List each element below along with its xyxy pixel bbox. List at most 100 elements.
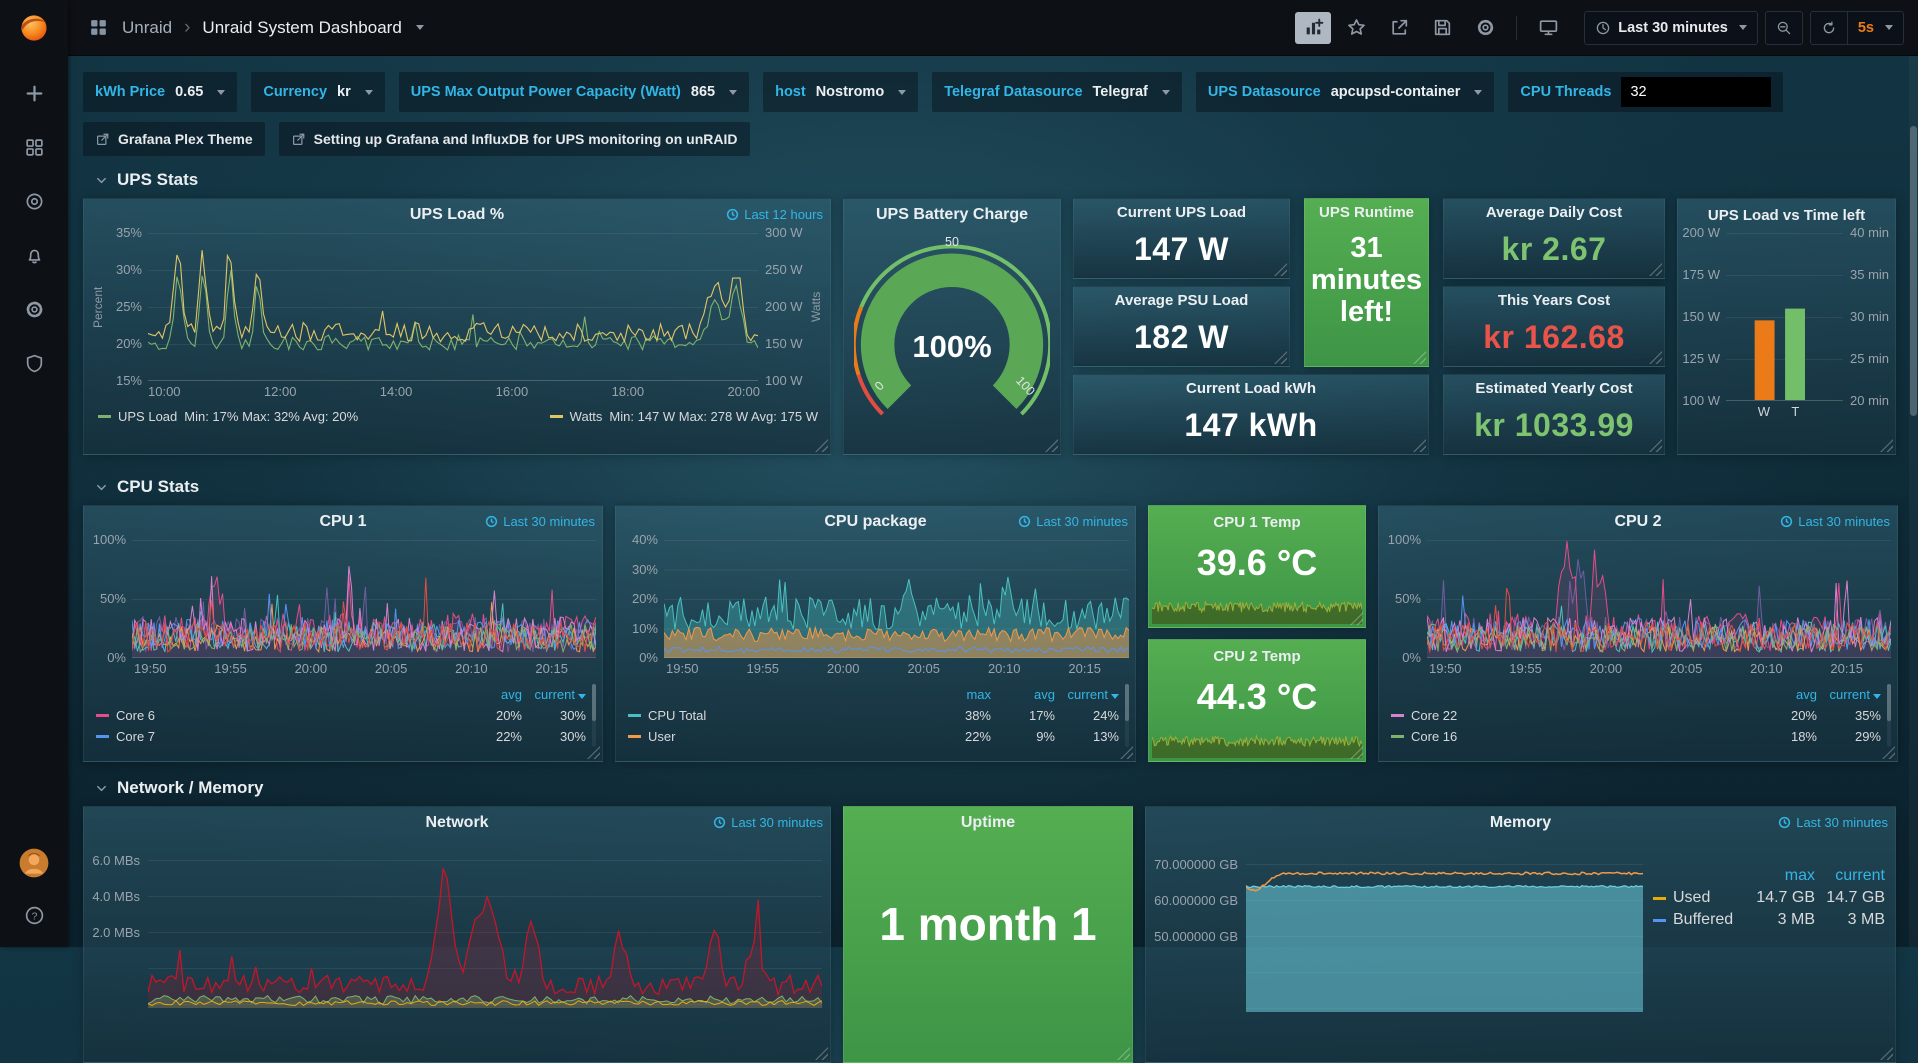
series-max: 3 MB <box>1745 911 1815 929</box>
panel-title[interactable]: CPU 1 Temp <box>1213 514 1300 531</box>
create-plus-icon[interactable] <box>12 75 56 111</box>
legend-col-avg[interactable]: avg <box>458 687 522 702</box>
variable-kwh-price[interactable]: kWh Price 0.65 <box>83 72 237 112</box>
panel-title[interactable]: Current Load kWh <box>1186 380 1316 397</box>
page-scrollbar[interactable] <box>1909 56 1918 947</box>
legend-col-max[interactable]: max <box>927 687 991 702</box>
series-name[interactable]: Used <box>1673 889 1710 907</box>
x-tick: 18:00 <box>612 384 645 399</box>
row-header-ups-stats[interactable]: UPS Stats <box>83 170 1908 190</box>
cycle-view-mode-icon[interactable] <box>1530 12 1566 44</box>
legend-col-avg[interactable]: avg <box>1753 687 1817 702</box>
panel-title[interactable]: Memory <box>1490 814 1551 832</box>
panel-resize-handle[interactable] <box>587 746 600 759</box>
panel-title[interactable]: Estimated Yearly Cost <box>1475 380 1632 397</box>
series-name[interactable]: User <box>648 729 675 744</box>
panel-title[interactable]: Average PSU Load <box>1115 292 1249 309</box>
legend-col-current[interactable]: current <box>1055 687 1119 702</box>
variable-host[interactable]: host Nostromo <box>763 72 918 112</box>
series-name[interactable]: CPU Total <box>648 708 706 723</box>
variable-ups-max-output[interactable]: UPS Max Output Power Capacity (Watt) 865 <box>399 72 749 112</box>
panel-time-override[interactable]: Last 30 minutes <box>1780 514 1890 529</box>
panel-resize-handle[interactable] <box>1882 746 1895 759</box>
panel-time-override[interactable]: Last 30 minutes <box>485 514 595 529</box>
legend-scrollbar-thumb[interactable] <box>1125 684 1129 721</box>
panel-resize-handle[interactable] <box>1120 746 1133 759</box>
legend-scrollbar-thumb[interactable] <box>592 684 596 721</box>
series-name[interactable]: Core 7 <box>116 729 155 744</box>
grafana-logo[interactable] <box>18 12 50 49</box>
time-range-button[interactable]: Last 30 minutes <box>1585 12 1757 44</box>
panel-title[interactable]: Uptime <box>961 814 1015 832</box>
x-tick: 19:55 <box>746 661 779 676</box>
server-admin-shield-icon[interactable] <box>12 345 56 381</box>
dashboards-icon[interactable] <box>12 129 56 165</box>
explore-icon[interactable] <box>12 183 56 219</box>
panel-title[interactable]: UPS Load % <box>410 206 504 224</box>
panel-title[interactable]: Current UPS Load <box>1117 204 1246 221</box>
panel-resize-handle[interactable] <box>1413 351 1426 364</box>
cpu-threads-input[interactable] <box>1621 77 1771 107</box>
add-panel-button[interactable] <box>1295 12 1331 44</box>
link-ups-monitoring-guide[interactable]: Setting up Grafana and InfluxDB for UPS … <box>279 122 750 156</box>
panel-resize-handle[interactable] <box>815 1047 828 1060</box>
row-header-cpu-stats[interactable]: CPU Stats <box>83 477 1908 497</box>
save-icon[interactable] <box>1424 12 1460 44</box>
panel-time-override[interactable]: Last 12 hours <box>726 207 823 222</box>
panel-title[interactable]: CPU 2 <box>1614 513 1661 531</box>
panel-resize-handle[interactable] <box>815 439 828 452</box>
variable-value: 0.65 <box>175 84 203 100</box>
row-header-network-memory[interactable]: Network / Memory <box>83 778 1908 798</box>
refresh-interval-dropdown[interactable]: 5s <box>1848 12 1903 44</box>
legend-col-current[interactable]: current <box>1815 867 1885 885</box>
page-scrollbar-thumb[interactable] <box>1910 126 1917 416</box>
series-name[interactable]: Watts <box>570 409 603 424</box>
variable-ups-datasource[interactable]: UPS Datasource apcupsd-container <box>1196 72 1495 112</box>
legend-scrollbar-thumb[interactable] <box>1887 684 1891 721</box>
series-name[interactable]: Core 22 <box>1411 708 1457 723</box>
user-avatar[interactable] <box>12 845 56 881</box>
legend-scrollbar[interactable] <box>1125 684 1129 747</box>
refresh-icon[interactable] <box>1811 12 1847 44</box>
variable-telegraf-datasource[interactable]: Telegraf Datasource Telegraf <box>932 72 1182 112</box>
panel-title[interactable]: UPS Battery Charge <box>876 206 1028 224</box>
help-icon[interactable]: ? <box>12 897 56 933</box>
panel-title[interactable]: CPU package <box>824 513 926 531</box>
star-icon[interactable] <box>1338 12 1374 44</box>
panel-time-override[interactable]: Last 30 minutes <box>713 815 823 830</box>
panel-resize-handle[interactable] <box>1117 1047 1130 1060</box>
series-name[interactable]: Core 16 <box>1411 729 1457 744</box>
dashboard-title[interactable]: Unraid System Dashboard <box>202 18 401 38</box>
panel-resize-handle[interactable] <box>1045 439 1058 452</box>
zoom-out-icon[interactable] <box>1766 12 1802 44</box>
legend-col-current[interactable]: current <box>1817 687 1881 702</box>
series-name[interactable]: Buffered <box>1673 911 1733 929</box>
panel-title[interactable]: This Years Cost <box>1498 292 1610 309</box>
dashboard-settings-gear-icon[interactable] <box>1467 12 1503 44</box>
panel-title[interactable]: UPS Runtime <box>1319 204 1414 221</box>
alerting-bell-icon[interactable] <box>12 237 56 273</box>
panel-title[interactable]: Average Daily Cost <box>1486 204 1622 221</box>
panel-resize-handle[interactable] <box>1880 439 1893 452</box>
link-grafana-plex-theme[interactable]: Grafana Plex Theme <box>83 122 265 156</box>
series-name[interactable]: Core 6 <box>116 708 155 723</box>
breadcrumb-app[interactable]: Unraid <box>122 18 172 38</box>
title-caret-down-icon[interactable] <box>416 25 424 30</box>
series-name[interactable]: UPS Load <box>118 409 177 424</box>
variable-currency[interactable]: Currency kr <box>251 72 384 112</box>
panel-title[interactable]: UPS Load vs Time left <box>1708 207 1865 224</box>
legend-col-max[interactable]: max <box>1745 867 1815 885</box>
apps-grid-icon[interactable] <box>84 12 112 44</box>
panel-resize-handle[interactable] <box>1880 1047 1893 1060</box>
legend-scrollbar[interactable] <box>1887 684 1891 747</box>
panel-title[interactable]: Network <box>425 814 488 832</box>
panel-title[interactable]: CPU 2 Temp <box>1213 648 1300 665</box>
legend-scrollbar[interactable] <box>592 684 596 747</box>
legend-col-current[interactable]: current <box>522 687 586 702</box>
panel-title[interactable]: CPU 1 <box>319 513 366 531</box>
panel-time-override[interactable]: Last 30 minutes <box>1778 815 1888 830</box>
legend-col-avg[interactable]: avg <box>991 687 1055 702</box>
panel-time-override[interactable]: Last 30 minutes <box>1018 514 1128 529</box>
configuration-gear-icon[interactable] <box>12 291 56 327</box>
share-icon[interactable] <box>1381 12 1417 44</box>
